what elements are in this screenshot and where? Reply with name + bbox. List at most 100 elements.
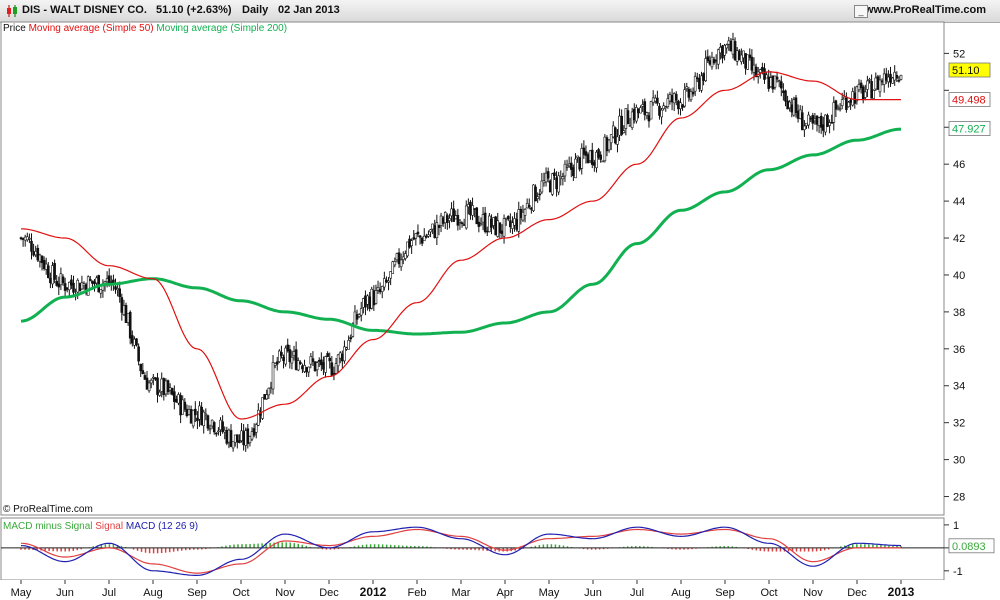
candle-body — [374, 290, 378, 304]
candle-body — [668, 94, 672, 102]
candle-body — [63, 283, 67, 291]
candle-body — [208, 428, 212, 431]
candle-body — [200, 406, 203, 426]
candle-body — [154, 377, 157, 380]
candle-body — [76, 279, 80, 293]
candle-body — [758, 69, 762, 73]
candle-body — [813, 118, 817, 122]
candle-body — [517, 209, 521, 232]
candle-body — [624, 108, 628, 129]
candle-body — [500, 230, 504, 234]
time-tick-label: Aug — [671, 587, 691, 599]
candle-body — [824, 114, 827, 133]
candle-body — [49, 277, 52, 284]
candle-body — [416, 231, 420, 235]
candle-body — [349, 337, 353, 340]
candle-body — [551, 173, 554, 195]
candle-body — [821, 124, 825, 131]
candle-body — [219, 419, 222, 431]
candle-body — [775, 76, 779, 80]
candle-body — [217, 430, 220, 433]
candle-body — [286, 344, 290, 352]
candle-body — [765, 74, 768, 79]
candle-body — [296, 360, 300, 371]
candle-body — [859, 82, 863, 89]
candle-body — [448, 218, 451, 221]
candle-body — [120, 297, 124, 313]
candle-body — [706, 56, 710, 62]
candle-body — [836, 106, 840, 109]
candle-body — [574, 158, 577, 179]
candle-body — [406, 241, 409, 257]
candle-body — [332, 372, 336, 375]
candle-body — [861, 86, 865, 101]
candle-body — [246, 428, 250, 444]
candle-body — [504, 217, 508, 220]
candle-body — [99, 289, 103, 294]
candle-body — [282, 356, 285, 362]
candle-body — [23, 236, 27, 241]
time-tick-label: Apr — [496, 587, 513, 599]
candle-body — [359, 308, 363, 316]
candle-body — [618, 115, 621, 136]
candle-body — [427, 234, 430, 237]
candle-body — [857, 84, 861, 91]
candle-body — [782, 90, 785, 94]
candle-body — [57, 283, 61, 288]
candle-body — [40, 255, 44, 264]
candle-body — [196, 417, 199, 422]
candle-body — [263, 394, 266, 400]
candle-body — [601, 160, 605, 163]
candle-body — [790, 104, 794, 113]
candle-body — [506, 216, 510, 220]
candle-body — [882, 73, 886, 85]
candle-body — [336, 354, 340, 367]
value-label-text: 49.498 — [952, 95, 986, 107]
candle-body — [149, 379, 153, 384]
candle-body — [687, 88, 691, 98]
candle-body — [637, 108, 640, 113]
candle-body — [162, 378, 166, 395]
price-tick-label: 46 — [953, 159, 965, 171]
candle-body — [704, 58, 707, 82]
candle-body — [225, 429, 229, 444]
candle-body — [324, 356, 327, 373]
time-tick-label: Aug — [143, 587, 163, 599]
value-label-text: 51.10 — [952, 65, 980, 77]
candle-body — [542, 180, 546, 184]
candle-body — [777, 80, 781, 82]
candle-body — [55, 280, 59, 286]
candle-body — [828, 122, 831, 126]
candle-body — [815, 115, 819, 125]
candle-body — [817, 117, 821, 127]
price-tick-label: 44 — [953, 196, 965, 208]
candle-body — [51, 265, 54, 285]
time-tick-label: May — [539, 587, 560, 599]
candle-body — [378, 289, 382, 293]
time-tick-label: Jul — [630, 587, 644, 599]
candle-body — [177, 394, 180, 404]
candle-body — [131, 335, 134, 344]
macd-legend: MACD minus Signal Signal MACD (12 26 9) — [3, 521, 198, 532]
candle-body — [315, 362, 319, 371]
candle-body — [242, 431, 245, 446]
candle-body — [450, 208, 453, 217]
candle-body — [36, 247, 40, 261]
candle-body — [874, 77, 878, 90]
candle-body — [893, 71, 896, 81]
candle-body — [607, 139, 611, 151]
candle-body — [206, 415, 210, 429]
candle-body — [483, 212, 487, 232]
candle-body — [82, 283, 86, 286]
candle-body — [840, 99, 844, 106]
candle-body — [530, 207, 533, 210]
candle-body — [872, 90, 875, 99]
candle-body — [30, 240, 33, 252]
candle-body — [147, 382, 151, 392]
candle-body — [467, 204, 470, 208]
candle-body — [586, 154, 590, 163]
candle-body — [61, 276, 65, 284]
candle-body — [681, 104, 684, 108]
candle-body — [401, 256, 405, 260]
candle-body — [748, 54, 752, 58]
